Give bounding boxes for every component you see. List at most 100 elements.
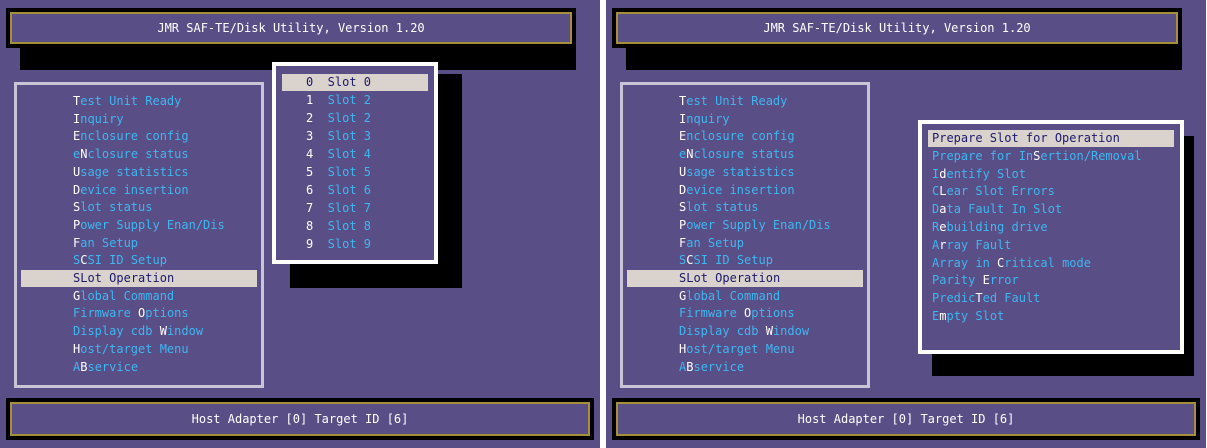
right-screen: JMR SAF-TE/Disk Utility, Version 1.20 Te… bbox=[606, 0, 1206, 448]
item-hotkey: T bbox=[975, 291, 983, 306]
item-label: nclosure config bbox=[80, 129, 189, 144]
menu-item-firmware-options[interactable]: Firmware Options bbox=[17, 305, 261, 322]
slot-operation-option-rebuilding-drive[interactable]: Rebuilding drive bbox=[928, 219, 1174, 236]
menu-item-test-unit-ready[interactable]: Test Unit Ready bbox=[17, 93, 261, 110]
slot-option-6-slot-6[interactable]: 6 Slot 6 bbox=[282, 182, 428, 199]
menu-item-fan-setup[interactable]: Fan Setup bbox=[623, 235, 867, 252]
menu-item-fan-setup[interactable]: Fan Setup bbox=[17, 235, 261, 252]
menu-item-slot-status[interactable]: Slot status bbox=[17, 199, 261, 216]
item-label: evice insertion bbox=[686, 182, 795, 197]
main-menu: Test Unit Ready Inquiry Enclosure config eN… bbox=[620, 82, 870, 388]
item-label: ower Supply Enan/Dis bbox=[80, 217, 225, 232]
app-title: JMR SAF-TE/Disk Utility, Version 1.20 bbox=[616, 12, 1178, 44]
item-label: pty Slot bbox=[946, 309, 1005, 323]
item-label: ower Supply Enan/Dis bbox=[686, 217, 831, 232]
menu-item-test-unit-ready[interactable]: Test Unit Ready bbox=[623, 93, 867, 110]
menu-item-enclosure-status[interactable]: eNclosure status bbox=[17, 146, 261, 163]
menu-item-inquiry[interactable]: Inquiry bbox=[623, 111, 867, 128]
item-label: est Unit Ready bbox=[80, 94, 182, 108]
menu-item-display-cdb-window[interactable]: Display cdb Window bbox=[17, 323, 261, 340]
menu-item-enclosure-config[interactable]: Enclosure config bbox=[623, 128, 867, 145]
slot-option-9-slot-9[interactable]: 9 Slot 9 bbox=[282, 236, 428, 253]
slot-operation-option-parity-error[interactable]: Parity Error bbox=[928, 272, 1174, 289]
menu-item-firmware-options[interactable]: Firmware Options bbox=[623, 305, 867, 322]
item-label: Slot 3 bbox=[313, 129, 372, 143]
menu-item-power-supply-enan-dis[interactable]: Power Supply Enan/Dis bbox=[17, 217, 261, 234]
menu-item-enclosure-config[interactable]: Enclosure config bbox=[17, 128, 261, 145]
item-label-prefix: Display cdb bbox=[73, 324, 160, 339]
item-label: nquiry bbox=[80, 111, 124, 126]
item-label: closure status bbox=[693, 147, 795, 162]
item-label: ost/target Menu bbox=[80, 341, 189, 356]
item-label: an Setup bbox=[686, 235, 745, 250]
menu-item-scsi-id-setup[interactable]: SCSI ID Setup bbox=[623, 252, 867, 269]
item-label: ot Operation bbox=[87, 271, 175, 285]
menu-item-slot-operation[interactable]: SLot Operation bbox=[627, 270, 863, 287]
slot-operation-option-array-in-critical-mode[interactable]: Array in Critical mode bbox=[928, 255, 1174, 272]
menu-item-device-insertion[interactable]: Device insertion bbox=[17, 182, 261, 199]
menu-item-usage-statistics[interactable]: Usage statistics bbox=[623, 164, 867, 181]
item-label: Slot 5 bbox=[313, 165, 372, 179]
slot-option-3-slot-3[interactable]: 3 Slot 3 bbox=[282, 128, 428, 145]
slot-option-4-slot-4[interactable]: 4 Slot 4 bbox=[282, 146, 428, 163]
menu-item-inquiry[interactable]: Inquiry bbox=[17, 111, 261, 128]
item-label: ray Fault bbox=[946, 237, 1012, 252]
slot-option-2-slot-2[interactable]: 2 Slot 2 bbox=[282, 110, 428, 127]
slot-operation-option-identify-slot[interactable]: Identify Slot bbox=[928, 166, 1174, 183]
item-label: Slot 4 bbox=[313, 147, 372, 161]
title-shadow bbox=[626, 48, 1182, 70]
item-label: Slot 2 bbox=[313, 93, 372, 107]
slot-option-0-slot-0[interactable]: 0 Slot 0 bbox=[282, 74, 428, 91]
menu-item-global-command[interactable]: Global Command bbox=[17, 288, 261, 305]
menu-item-enclosure-status[interactable]: eNclosure status bbox=[623, 146, 867, 163]
slot-operation-option-predicted-fault[interactable]: PredicTed Fault bbox=[928, 290, 1174, 307]
slot-option-8-slot-8[interactable]: 8 Slot 8 bbox=[282, 218, 428, 235]
title-bar: JMR SAF-TE/Disk Utility, Version 1.20 bbox=[612, 8, 1182, 48]
item-label: Slot 7 bbox=[313, 201, 372, 215]
menu-item-scsi-id-setup[interactable]: SCSI ID Setup bbox=[17, 252, 261, 269]
slot-operation-option-data-fault-in-slot[interactable]: Data Fault In Slot bbox=[928, 201, 1174, 218]
item-label: nquiry bbox=[686, 111, 730, 126]
menu-item-abservice[interactable]: ABservice bbox=[623, 359, 867, 376]
menu-item-power-supply-enan-dis[interactable]: Power Supply Enan/Dis bbox=[623, 217, 867, 234]
menu-item-device-insertion[interactable]: Device insertion bbox=[623, 182, 867, 199]
slot-option-1-slot-2[interactable]: 1 Slot 2 bbox=[282, 92, 428, 109]
item-label: repare Slot for Operation bbox=[939, 131, 1120, 145]
item-label: nclosure config bbox=[686, 129, 795, 144]
item-label-prefix: Prepare for In bbox=[932, 148, 1034, 163]
item-label-prefix: Firmware bbox=[73, 306, 139, 321]
item-label: lot status bbox=[80, 200, 153, 215]
item-label: ritical mode bbox=[1004, 255, 1091, 270]
app-title: JMR SAF-TE/Disk Utility, Version 1.20 bbox=[10, 12, 572, 44]
item-label-prefix: Firmware bbox=[679, 306, 745, 321]
menu-item-usage-statistics[interactable]: Usage statistics bbox=[17, 164, 261, 181]
item-label: ptions bbox=[145, 306, 189, 321]
item-label: SI ID Setup bbox=[693, 253, 773, 268]
slot-operation-option-prepare-for-insertion-removal[interactable]: Prepare for InSertion/Removal bbox=[928, 148, 1174, 165]
item-label: an Setup bbox=[80, 235, 139, 250]
slot-operation-option-prepare-slot-for-operation[interactable]: Prepare Slot for Operation bbox=[928, 130, 1174, 147]
menu-item-global-command[interactable]: Global Command bbox=[623, 288, 867, 305]
item-label: est Unit Ready bbox=[686, 94, 788, 108]
menu-item-slot-status[interactable]: Slot status bbox=[623, 199, 867, 216]
slot-option-5-slot-5[interactable]: 5 Slot 5 bbox=[282, 164, 428, 181]
menu-item-host-target-menu[interactable]: Host/target Menu bbox=[623, 341, 867, 358]
slot-operation-option-empty-slot[interactable]: Empty Slot bbox=[928, 308, 1174, 325]
slot-operation-option-clear-slot-errors[interactable]: CLear Slot Errors bbox=[928, 183, 1174, 200]
item-label: indow bbox=[772, 324, 810, 339]
item-label: evice insertion bbox=[80, 182, 189, 197]
menu-item-slot-operation[interactable]: SLot Operation bbox=[21, 270, 257, 287]
item-label: SI ID Setup bbox=[87, 253, 167, 268]
menu-item-display-cdb-window[interactable]: Display cdb Window bbox=[623, 323, 867, 340]
status-bar: Host Adapter [0] Target ID [6] bbox=[612, 398, 1200, 440]
menu-item-abservice[interactable]: ABservice bbox=[17, 359, 261, 376]
slot-operation-option-array-fault[interactable]: Array Fault bbox=[928, 237, 1174, 254]
item-label: building drive bbox=[946, 220, 1048, 234]
menu-item-host-target-menu[interactable]: Host/target Menu bbox=[17, 341, 261, 358]
slot-option-7-slot-7[interactable]: 7 Slot 7 bbox=[282, 200, 428, 217]
item-label: ta Fault In Slot bbox=[946, 202, 1063, 217]
item-hotkey: E bbox=[982, 273, 990, 288]
item-label-prefix: Parity bbox=[932, 273, 983, 288]
item-label-prefix: Array in bbox=[932, 255, 998, 270]
item-label: Slot 9 bbox=[313, 237, 372, 251]
